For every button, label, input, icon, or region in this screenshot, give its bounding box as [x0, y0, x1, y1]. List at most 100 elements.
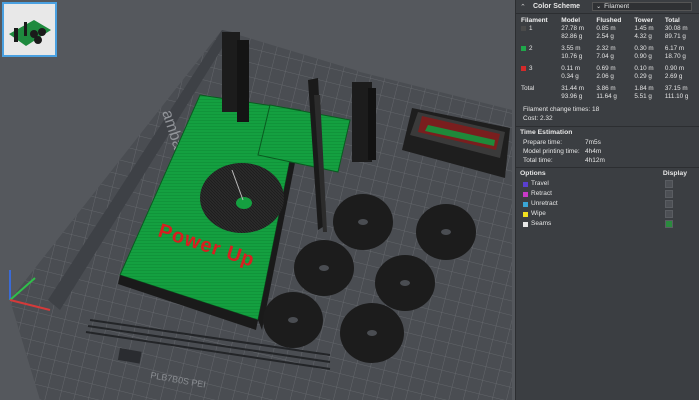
- panel-title: Color Scheme: [533, 3, 581, 10]
- model-length: 0.11 m: [561, 65, 581, 72]
- cell-tower: 0.30 m 0.90 g: [632, 45, 663, 61]
- total-tower: 1.84 m 5.51 g: [632, 85, 663, 101]
- model-length: 27.78 m: [561, 25, 585, 32]
- option-label: Travel: [531, 180, 549, 187]
- filament-row: 1 27.78 m 82.86 g 0.85 m 2.54 g 1.45 m 4.32 g3…: [519, 25, 699, 41]
- cell-model: 0.11 m 0.34 g: [559, 65, 594, 81]
- cell-total: 0.90 m 2.69 g: [663, 65, 699, 81]
- model-weight: 10.76 g: [561, 53, 583, 60]
- cell-flushed: 0.85 m 2.54 g: [594, 25, 632, 41]
- total-length: 0.90 m: [664, 65, 685, 72]
- total-length: 30.08 m: [664, 25, 688, 32]
- tower-weight: 0.29 g: [634, 73, 652, 80]
- total-total-length: 37.15 m: [664, 85, 688, 92]
- filament-id: 2: [529, 45, 533, 52]
- option-display-checkbox[interactable]: [665, 190, 673, 198]
- options-label: Options: [520, 170, 546, 177]
- total-flushed: 3.86 m 11.64 g: [594, 85, 632, 101]
- cell-model: 27.78 m 82.86 g: [559, 25, 594, 41]
- col-tower: Tower: [634, 17, 653, 24]
- total-weight: 2.69 g: [664, 73, 683, 80]
- prepare-value: 7m5s: [585, 139, 601, 146]
- prepare-label: Prepare time:: [523, 139, 563, 146]
- option-label: Wipe: [531, 210, 546, 217]
- col-flushed: Flushed: [596, 17, 622, 24]
- total-tower-weight: 5.51 g: [634, 93, 652, 100]
- total-length: 6.17 m: [664, 45, 685, 52]
- filament-swatch: [521, 25, 526, 31]
- total-model-length: 31.44 m: [561, 85, 585, 92]
- col-total: Total: [664, 17, 680, 24]
- flushed-weight: 2.06 g: [596, 73, 614, 80]
- filament-id-cell: 1: [519, 25, 559, 41]
- option-swatch: [523, 221, 528, 227]
- color-scheme-value: Filament: [604, 3, 630, 10]
- col-model: Model: [561, 17, 581, 24]
- option-display-checkbox[interactable]: [665, 200, 673, 208]
- total-weight: 89.71 g: [664, 33, 686, 40]
- filament-swatch: [521, 45, 526, 51]
- plate-thumbnail-image: [9, 20, 51, 46]
- total-model: 31.44 m 93.96 g: [559, 85, 594, 101]
- col-filament: Filament: [521, 17, 548, 24]
- total-flushed-weight: 11.64 g: [596, 93, 617, 100]
- option-display-checkbox[interactable]: [665, 210, 673, 218]
- chevron-down-icon: ⌄: [596, 4, 602, 10]
- tower-length: 0.30 m: [634, 45, 654, 52]
- total-model-weight: 93.96 g: [561, 93, 583, 100]
- cell-flushed: 0.69 m 2.06 g: [594, 65, 632, 81]
- cell-flushed: 2.32 m 7.04 g: [594, 45, 632, 61]
- filament-table: Filament Model Flushed Tower Total 1 27.7…: [519, 16, 699, 101]
- option-unretract[interactable]: Unretract: [516, 199, 699, 209]
- plate-thumbnail[interactable]: [2, 2, 57, 57]
- total-flushed-length: 3.86 m: [596, 85, 616, 92]
- total-row: Total 31.44 m 93.96 g 3.86 m 11.64 g 1.84 m 5.…: [519, 85, 699, 101]
- cell-model: 3.55 m 10.76 g: [559, 45, 594, 61]
- option-travel[interactable]: Travel: [516, 179, 699, 189]
- flushed-length: 0.69 m: [596, 65, 616, 72]
- filament-id: 1: [529, 25, 533, 32]
- filament-row: 2 3.55 m 10.76 g 2.32 m 7.04 g 0.30 m 0.90 g 6.…: [519, 45, 699, 61]
- option-swatch: [523, 191, 528, 197]
- cell-total: 30.08 m 89.71 g: [663, 25, 699, 41]
- cost-value: 2.32: [539, 115, 553, 122]
- time-section-title: Time Estimation: [516, 126, 699, 138]
- total-label: Total: [521, 85, 535, 92]
- option-label: Seams: [531, 220, 552, 227]
- change-times-label: Filament change times:: [523, 106, 591, 113]
- option-swatch: [523, 181, 528, 187]
- total-total-weight: 111.10 g: [664, 93, 689, 100]
- option-swatch: [523, 201, 528, 207]
- total-weight: 18.70 g: [664, 53, 686, 60]
- filament-row: 3 0.11 m 0.34 g 0.69 m 2.06 g 0.10 m 0.29 g 0.9…: [519, 65, 699, 81]
- printing-value: 4h4m: [585, 148, 602, 155]
- total-tower-length: 1.84 m: [634, 85, 654, 92]
- tower-length: 1.45 m: [634, 25, 654, 32]
- option-wipe[interactable]: Wipe: [516, 209, 699, 219]
- collapse-icon[interactable]: ⌃: [520, 3, 530, 11]
- model-length: 3.55 m: [561, 45, 581, 52]
- cell-total: 6.17 m 18.70 g: [663, 45, 699, 61]
- cost-label: Cost:: [523, 115, 539, 122]
- cell-tower: 0.10 m 0.29 g: [632, 65, 663, 81]
- option-seams[interactable]: Seams: [516, 219, 699, 229]
- printing-label: Model printing time:: [523, 148, 580, 155]
- flushed-length: 0.85 m: [596, 25, 616, 32]
- filament-id: 3: [529, 65, 533, 72]
- total-total: 37.15 m 111.10 g: [663, 85, 699, 101]
- cell-tower: 1.45 m 4.32 g: [632, 25, 663, 41]
- flushed-length: 2.32 m: [596, 45, 616, 52]
- option-display-checkbox[interactable]: [665, 220, 673, 228]
- filament-id-cell: 3: [519, 65, 559, 81]
- legend-panel: ⌃ Color Scheme ⌄ Filament Filament Model…: [515, 0, 699, 400]
- option-display-checkbox[interactable]: [665, 180, 673, 188]
- total-time-value: 4h12m: [585, 157, 605, 164]
- color-scheme-select[interactable]: ⌄ Filament: [592, 2, 693, 11]
- flushed-weight: 7.04 g: [596, 53, 614, 60]
- option-retract[interactable]: Retract: [516, 189, 699, 199]
- model-weight: 82.86 g: [561, 33, 583, 40]
- option-label: Unretract: [531, 200, 558, 207]
- filament-swatch: [521, 65, 526, 71]
- flushed-weight: 2.54 g: [596, 33, 614, 40]
- model-weight: 0.34 g: [561, 73, 579, 80]
